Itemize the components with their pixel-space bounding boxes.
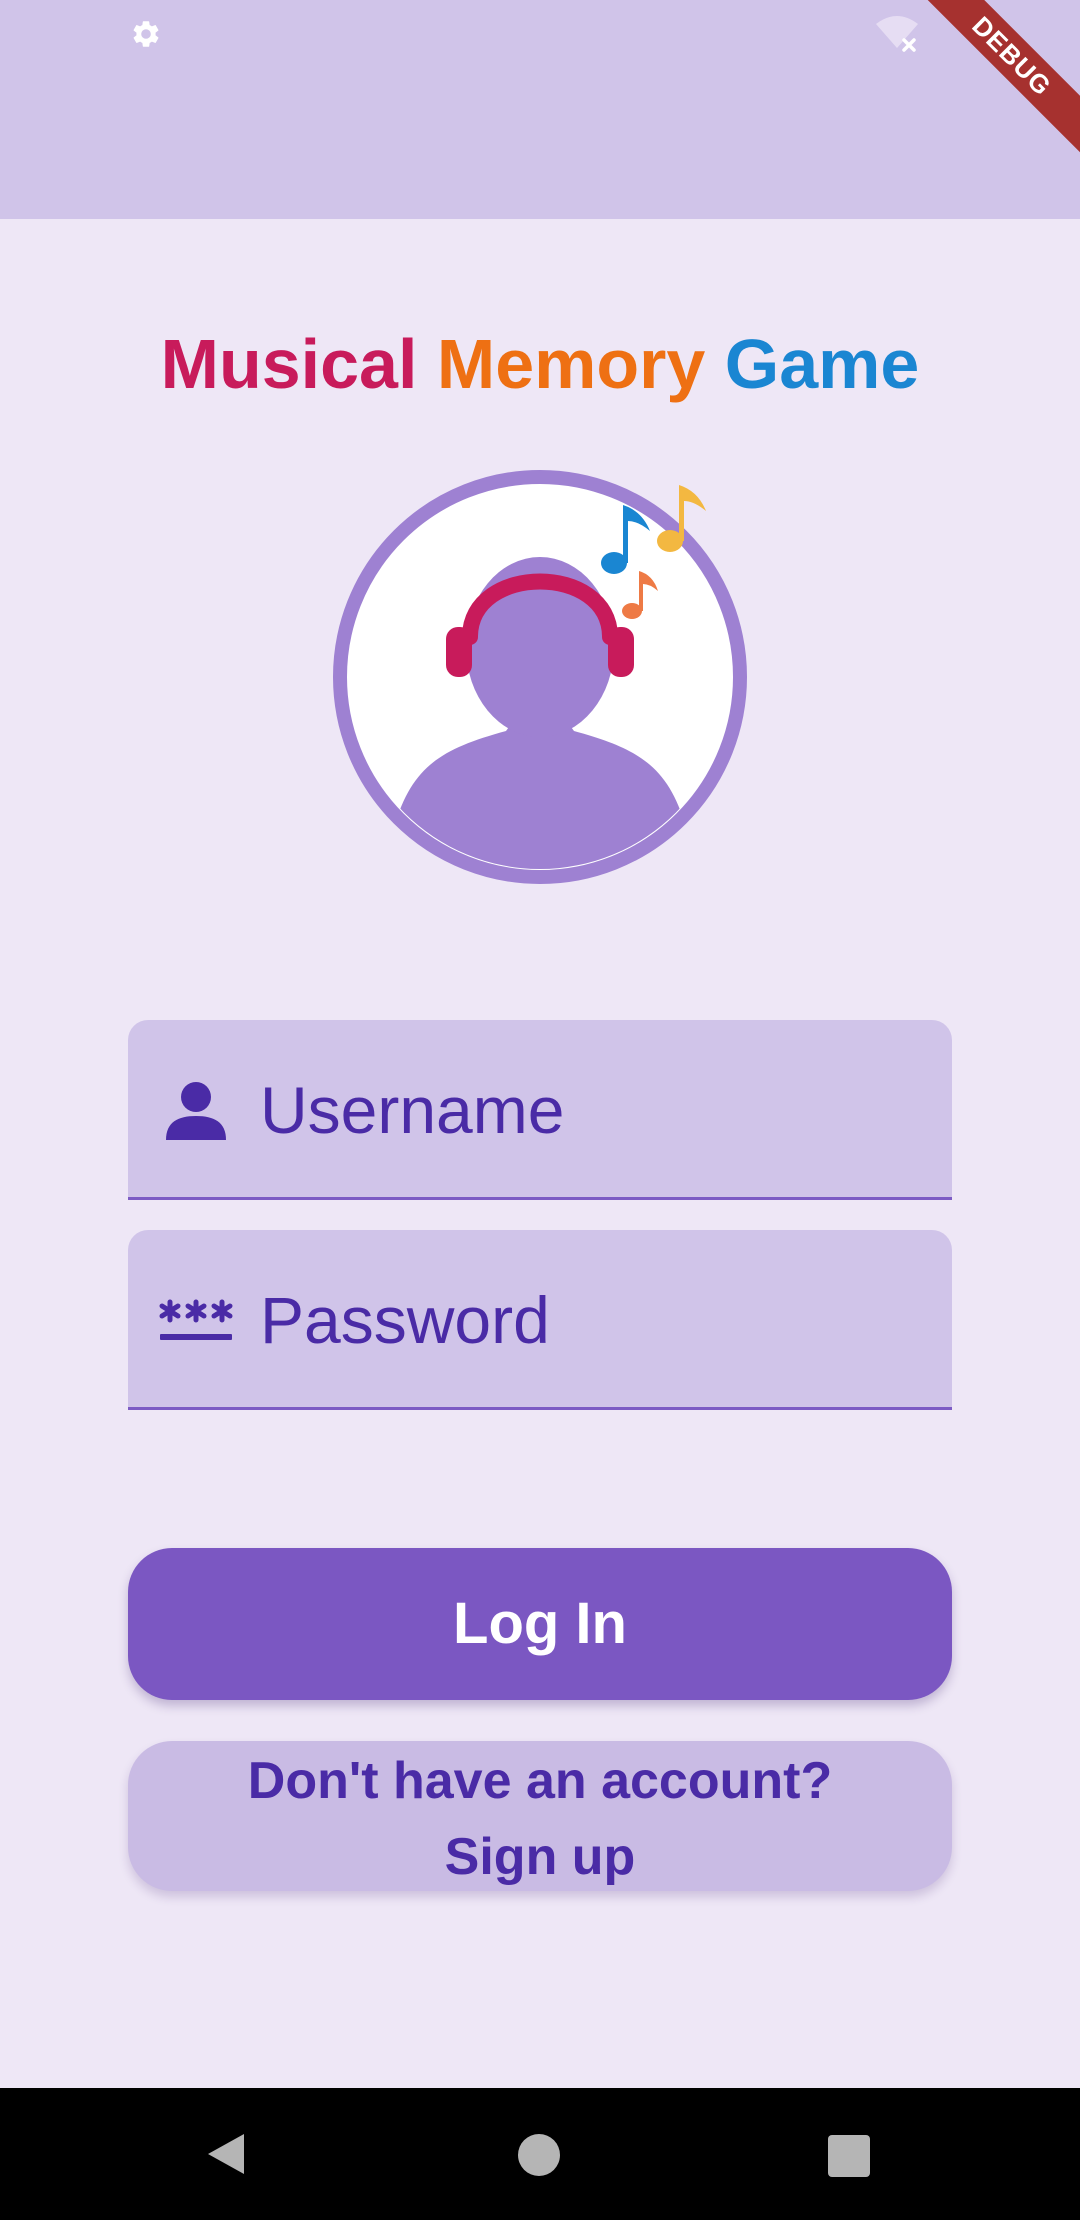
title-word-memory: Memory [436, 325, 706, 403]
signup-button[interactable]: Don't have an account? Sign up [128, 1741, 952, 1891]
home-circle-icon[interactable] [518, 2134, 560, 2176]
back-triangle-icon[interactable] [204, 2130, 248, 2178]
person-icon [166, 1082, 226, 1140]
gear-icon [133, 21, 159, 47]
password-input[interactable] [260, 1278, 920, 1362]
title-word-musical: Musical [160, 325, 418, 403]
recents-square-icon[interactable] [828, 2135, 870, 2177]
page-title: Musical Memory Game [0, 322, 1080, 406]
login-button[interactable]: Log In [128, 1548, 952, 1700]
title-word-game: Game [724, 325, 920, 403]
password-field[interactable] [128, 1230, 952, 1410]
username-field[interactable] [128, 1020, 952, 1200]
system-nav-bar [0, 2088, 1080, 2220]
person-headphones-music-icon [333, 470, 747, 884]
signup-prompt-text: Don't have an account? [247, 1752, 833, 1810]
debug-banner: DEBUG [900, 0, 1080, 180]
password-icon [159, 1299, 233, 1340]
debug-label: DEBUG [905, 0, 1080, 163]
username-input[interactable] [260, 1068, 920, 1152]
signup-link-text: Sign up [444, 1828, 636, 1886]
